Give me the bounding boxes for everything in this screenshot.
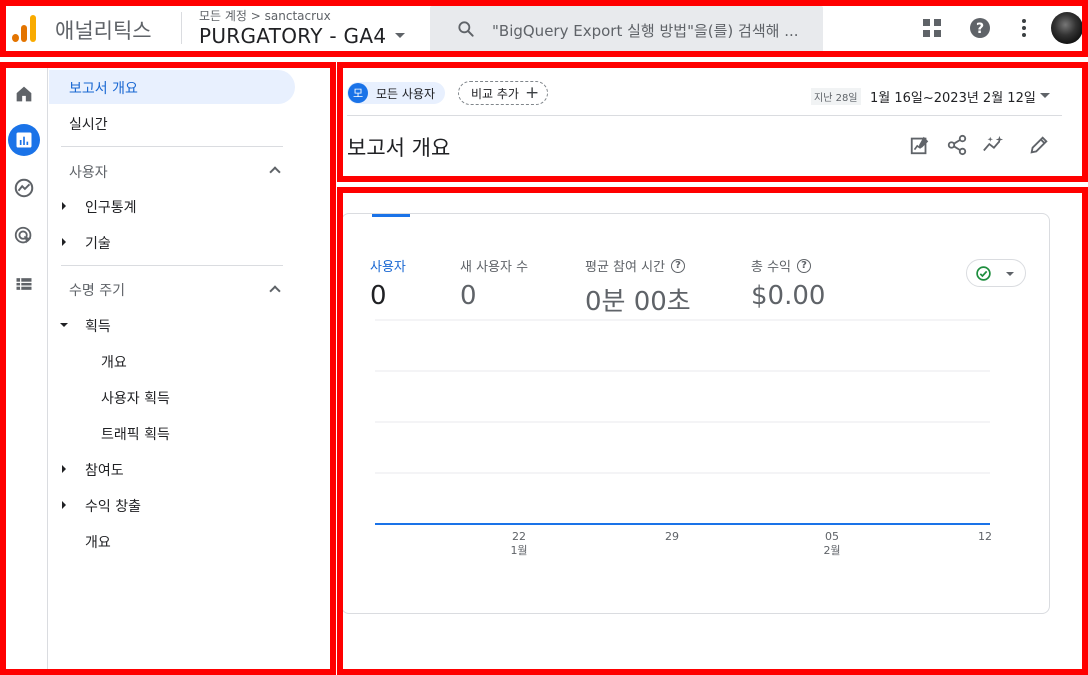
annotation-box-main: [337, 187, 1088, 675]
annotation-box-header: [0, 0, 1088, 57]
annotation-box-toolbar: [337, 62, 1088, 182]
annotation-box-nav: [0, 62, 336, 675]
